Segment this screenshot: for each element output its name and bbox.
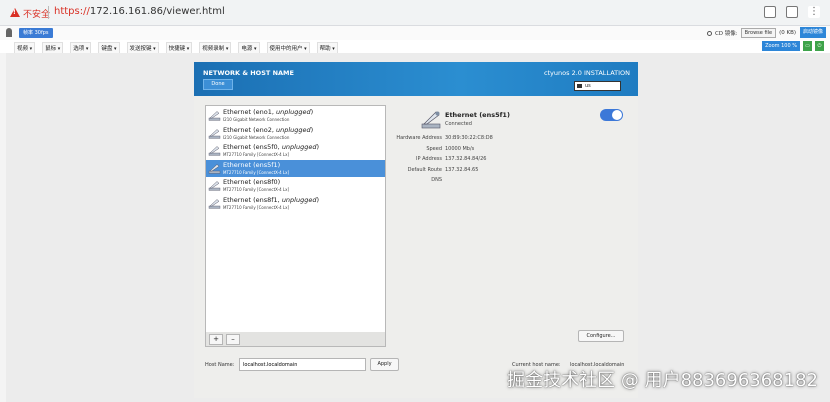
framerate-badge[interactable]: 帧率 30fps xyxy=(19,28,53,38)
address-separator xyxy=(48,6,49,19)
ethernet-icon xyxy=(208,128,221,139)
cd-image-controls: CD 镜像: Browse file (0 KB) xyxy=(706,28,796,38)
property-value: 137.32.84.65 xyxy=(445,166,479,173)
screen-icon[interactable]: ▭ xyxy=(803,41,812,51)
property-label: Speed xyxy=(426,145,442,152)
property-value: 10000 Mb/s xyxy=(445,145,475,152)
device-description: MT27710 Family [ConnectX-4 Lx] xyxy=(223,169,290,175)
warning-icon xyxy=(10,8,20,17)
power-icon[interactable]: ⏻ xyxy=(815,41,824,51)
keyboard-icon xyxy=(577,84,582,88)
device-list-toolbar: + – xyxy=(205,332,386,347)
ethernet-icon xyxy=(208,146,221,156)
device-description: MT27710 Family [ConnectX-4 Lx] xyxy=(223,187,290,193)
left-gutter xyxy=(0,53,6,402)
host-name-label: Host Name: xyxy=(205,362,235,368)
property-label: DNS xyxy=(431,177,442,183)
property-label: Hardware Address xyxy=(396,135,442,141)
done-button[interactable]: Done xyxy=(203,79,233,90)
ethernet-icon xyxy=(208,181,221,191)
keyboard-layout-indicator[interactable]: us xyxy=(574,81,621,91)
apply-button[interactable]: Apply xyxy=(370,358,399,371)
device-row[interactable]: Ethernet (ens5f1) MT27710 Family [Connect… xyxy=(206,159,385,177)
page-title: NETWORK & HOST NAME xyxy=(203,69,294,77)
device-name: Ethernet (eno2, unplugged) xyxy=(223,125,314,134)
property-label: IP Address xyxy=(416,156,442,162)
selected-device-name: Ethernet (ens5f1) xyxy=(445,111,510,119)
device-description: MT27710 Family [ConnectX-4 Lx] xyxy=(223,152,290,158)
device-row[interactable]: Ethernet (ens8f0) MT27710 Family [Connect… xyxy=(206,177,385,194)
ethernet-icon xyxy=(421,111,441,129)
device-name: Ethernet (ens5f0, unplugged) xyxy=(223,143,320,152)
configure-button[interactable]: Configure... xyxy=(578,330,624,342)
property-value: 137.32.84.84/26 xyxy=(445,156,487,162)
device-name: Ethernet (eno1, unplugged) xyxy=(223,108,314,116)
device-row[interactable]: Ethernet (eno1, unplugged) I210 Gigabit N… xyxy=(206,107,385,124)
device-row[interactable]: Ethernet (eno2, unplugged) I210 Gigabit N… xyxy=(206,125,385,142)
ethernet-icon xyxy=(208,199,221,209)
url-scheme: https:// xyxy=(54,6,90,17)
cd-label: CD 镜像: xyxy=(714,31,738,37)
device-name: Ethernet (ens8f0) xyxy=(223,178,281,187)
url-field[interactable]: https://172.16.161.86/viewer.html xyxy=(54,6,225,17)
connection-toggle[interactable] xyxy=(600,109,623,121)
remove-device-button[interactable]: – xyxy=(226,334,240,345)
device-description: I210 Gigabit Network Connection xyxy=(223,117,290,122)
ethernet-icon xyxy=(208,111,221,121)
kvm-status-row: 帧率 30fps CD 镜像: Browse file (0 KB) 启动镜像 xyxy=(0,26,830,40)
browser-actions: ⋮ xyxy=(764,6,820,18)
device-name: Ethernet (ens8f1, unplugged) xyxy=(223,196,320,204)
translate-icon[interactable] xyxy=(764,6,776,18)
installer-window: NETWORK & HOST NAME Done ctyunos 2.0 INS… xyxy=(194,62,638,398)
device-description: I210 Gigabit Network Connection xyxy=(223,134,290,140)
device-row[interactable]: Ethernet (ens8f1, unplugged) MT27710 Fami… xyxy=(206,195,385,212)
browse-file-button[interactable]: Browse file xyxy=(740,28,777,38)
product-title: ctyunos 2.0 INSTALLATION xyxy=(543,69,630,77)
start-image-button[interactable]: 启动镜像 xyxy=(799,27,826,38)
connection-status: Connected xyxy=(445,121,472,127)
url-host-path: 172.16.161.86/viewer.html xyxy=(89,6,225,17)
ethernet-icon xyxy=(208,163,221,174)
network-device-list[interactable]: Ethernet (eno1, unplugged) I210 Gigabit N… xyxy=(205,105,386,333)
zoom-badge[interactable]: Zoom 100 % xyxy=(762,41,800,51)
toggle-knob xyxy=(612,110,622,120)
cd-icon xyxy=(706,30,712,36)
host-name-input[interactable] xyxy=(239,358,366,371)
installer-header: NETWORK & HOST NAME Done ctyunos 2.0 INS… xyxy=(194,62,638,96)
kvm-menu-row: 视频鼠标选项键盘发送按键快捷键视频录制电源使用中的用户帮助 Zoom 100 %… xyxy=(0,40,830,54)
profile-icon[interactable] xyxy=(786,6,798,18)
add-device-button[interactable]: + xyxy=(209,334,223,345)
more-menu-icon[interactable]: ⋮ xyxy=(808,6,820,18)
keyboard-layout-value: us xyxy=(585,83,591,89)
browser-address-bar: 不安全 https://172.16.161.86/viewer.html ⋮ xyxy=(0,0,830,26)
device-row[interactable]: Ethernet (ens5f0, unplugged) MT27710 Fami… xyxy=(206,142,385,159)
property-label: Default Route xyxy=(407,166,442,173)
cd-size: (0 KB) xyxy=(779,30,796,36)
watermark: 掘金技术社区 @ 用户883696368182 xyxy=(507,370,818,391)
device-name: Ethernet (ens5f1) xyxy=(223,160,281,169)
pin-icon[interactable] xyxy=(6,28,12,37)
property-value: 30:B9:30:22:C8:D8 xyxy=(445,135,493,141)
device-description: MT27710 Family [ConnectX-4 Lx] xyxy=(223,205,290,210)
security-label[interactable]: 不安全 xyxy=(23,7,50,20)
